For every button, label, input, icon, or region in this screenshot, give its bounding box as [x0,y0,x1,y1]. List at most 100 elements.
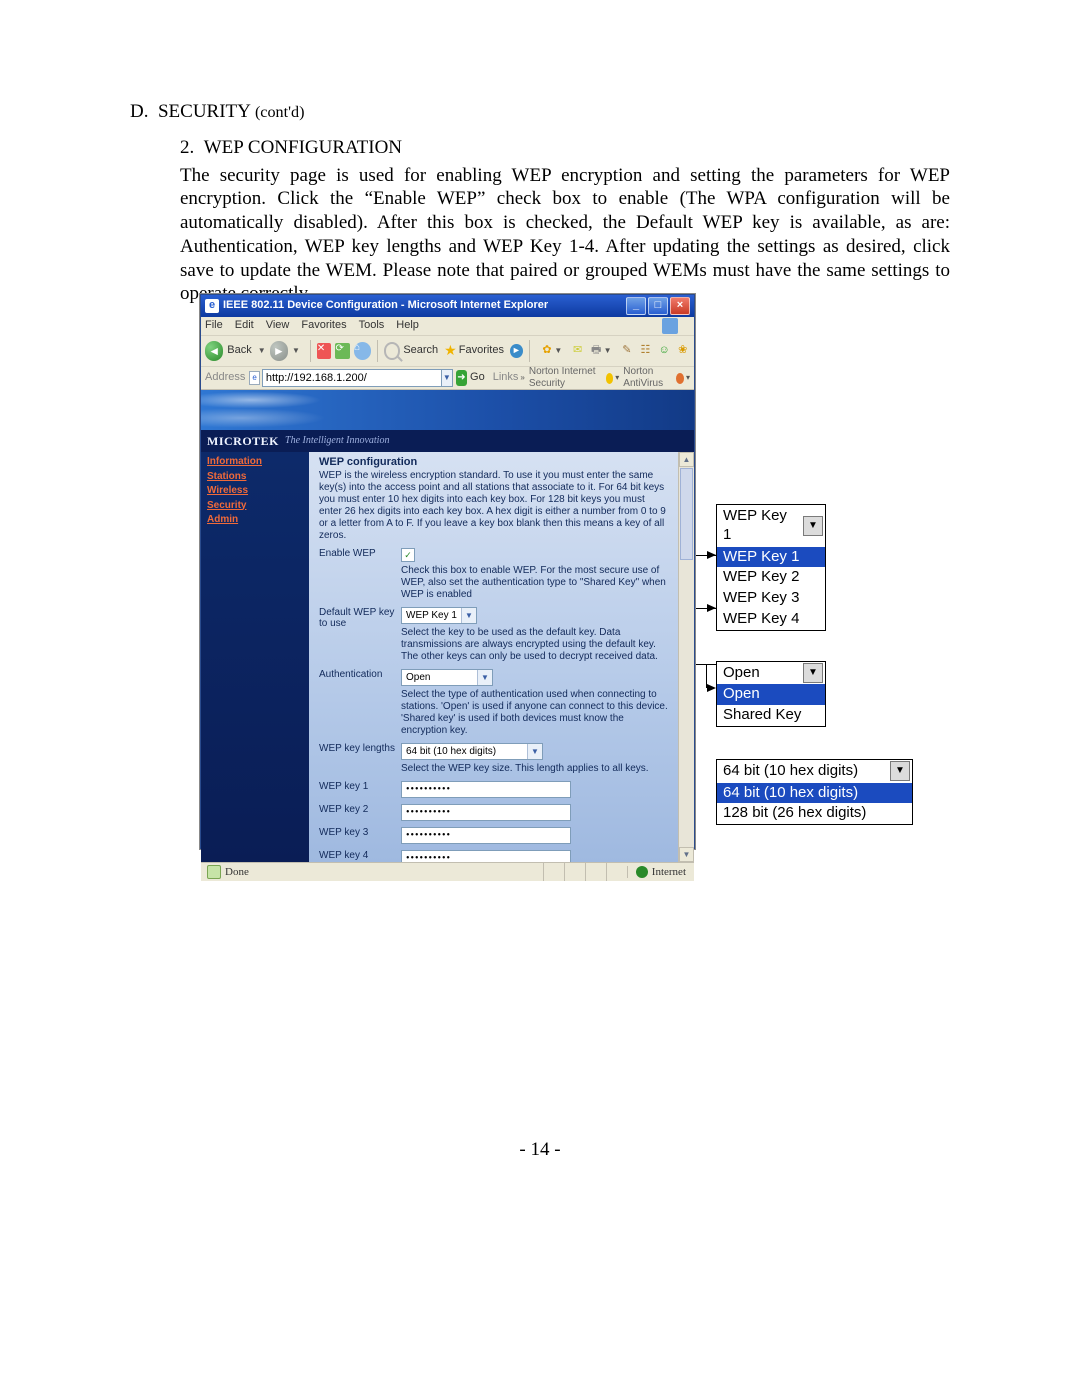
callout-wepkey: WEP Key 1 ▼ WEP Key 1 WEP Key 2 WEP Key … [716,504,826,631]
wepkey4-label: WEP key 4 [319,850,401,862]
row-wepkey3: WEP key 3 [319,827,668,844]
row-wepkey1: WEP key 1 [319,781,668,798]
chevron-down-icon[interactable]: ▼ [890,761,910,781]
status-done: Done [201,865,249,879]
status-bar: Done Internet [201,862,694,881]
callout-wepkey-option-3[interactable]: WEP Key 3 [717,588,825,609]
edit-icon[interactable]: ✎ [619,343,634,359]
menu-favorites[interactable]: Favorites [301,319,346,333]
stop-icon[interactable]: ✕ [317,343,332,359]
screenshot-area: e IEEE 802.11 Device Configuration - Mic… [200,294,900,849]
history-dropdown-icon[interactable]: ▼ [554,346,562,356]
panel-heading: WEP configuration [319,456,668,468]
menu-view[interactable]: View [266,319,290,333]
done-icon [207,865,221,879]
forward-icon[interactable]: ► [270,341,288,361]
back-dropdown-icon[interactable]: ▼ [258,346,266,356]
sidebar-item-admin[interactable]: Admin [207,514,303,527]
status-zone: Internet [627,866,694,878]
wepkey4-input[interactable] [401,850,571,862]
callout-wepkey-option-4[interactable]: WEP Key 4 [717,609,825,630]
sidebar-item-wireless[interactable]: Wireless [207,485,303,498]
menu-file[interactable]: File [205,319,223,333]
back-label[interactable]: Back [227,344,251,358]
go-icon[interactable]: ➜ [456,370,467,386]
scroll-thumb[interactable] [680,468,693,560]
scroll-down-icon[interactable]: ▼ [679,847,694,862]
research-icon[interactable]: ❀ [675,343,690,359]
close-button[interactable]: × [670,297,690,315]
callout-wepkey-option-1[interactable]: WEP Key 1 [717,547,825,568]
wepkey1-input[interactable] [401,781,571,798]
row-wepkey4: WEP key 4 [319,850,668,862]
callout-auth-option-2[interactable]: Shared Key [717,705,825,726]
scroll-up-icon[interactable]: ▲ [679,452,694,467]
chevron-down-icon[interactable]: ▼ [803,663,823,683]
mail-icon[interactable]: ✉ [570,343,585,359]
menu-tools[interactable]: Tools [359,319,385,333]
back-icon[interactable]: ◄ [205,341,223,361]
separator [310,340,311,362]
callout-keylen-selected: 64 bit (10 hex digits) [719,761,890,782]
section-heading: D. SECURITY (cont'd) [130,100,950,124]
keylength-select[interactable]: 64 bit (10 hex digits) ▼ [401,743,543,760]
status-done-label: Done [225,866,249,878]
menu-help[interactable]: Help [396,319,419,333]
refresh-icon[interactable]: ⟳ [335,343,350,359]
chevron-down-icon: ▼ [527,744,542,759]
print-icon[interactable]: 🖶 [589,343,604,359]
keylength-value: 64 bit (10 hex digits) [402,746,527,757]
vertical-scrollbar[interactable]: ▲ ▼ [678,452,694,862]
norton-security-icon[interactable] [606,373,614,384]
address-label: Address [205,371,245,385]
sidebar: Information Stations Wireless Security A… [201,452,309,862]
history-icon[interactable]: ✿ [540,343,555,359]
sidebar-item-stations[interactable]: Stations [207,471,303,484]
norton-security-label[interactable]: Norton Internet Security [529,366,604,391]
subsection-title-row: 2. WEP CONFIGURATION [180,136,950,160]
wepkey2-input[interactable] [401,804,571,821]
callout-wepkey-option-2[interactable]: WEP Key 2 [717,567,825,588]
print-dropdown-icon[interactable]: ▼ [604,346,612,356]
globe-icon [636,866,648,878]
minimize-button[interactable]: _ [626,297,646,315]
brand-name: MICROTEK [207,434,279,449]
callout-auth-option-1[interactable]: Open [717,684,825,705]
messenger-icon[interactable]: ☺ [657,343,672,359]
discuss-icon[interactable]: ☷ [638,343,653,359]
norton-antivirus-icon[interactable] [676,373,684,384]
section-name: SECURITY [158,101,250,122]
address-dropdown-icon[interactable]: ▼ [442,369,453,387]
separator [529,340,530,362]
authentication-value: Open [402,672,477,683]
callout-keylen-option-1[interactable]: 64 bit (10 hex digits) [717,783,912,804]
sidebar-item-information[interactable]: Information [207,456,303,469]
separator [377,340,378,362]
authentication-label: Authentication [319,669,401,737]
row-default-key: Default WEP key to use WEP Key 1 ▼ Selec… [319,607,668,663]
forward-dropdown-icon[interactable]: ▼ [292,346,300,356]
keylength-hint: Select the WEP key size. This length app… [401,763,668,775]
sidebar-item-security[interactable]: Security [207,500,303,513]
search-label[interactable]: Search [403,344,438,358]
page-number: - 14 - [0,1138,1080,1162]
home-icon[interactable]: ⌂ [354,342,370,360]
favorites-icon[interactable]: ★ [444,342,457,360]
address-input[interactable] [262,369,442,387]
maximize-button[interactable]: □ [648,297,668,315]
links-label[interactable]: Links [493,371,519,385]
address-bar: Address e ▼ ➜ Go Links » Norton Internet… [201,367,694,390]
go-label[interactable]: Go [470,371,485,385]
norton-antivirus-label[interactable]: Norton AntiVirus [623,366,674,391]
wepkey3-input[interactable] [401,827,571,844]
default-key-select[interactable]: WEP Key 1 ▼ [401,607,477,624]
menu-edit[interactable]: Edit [235,319,254,333]
enable-wep-checkbox[interactable]: ✓ [401,548,415,562]
authentication-select[interactable]: Open ▼ [401,669,493,686]
search-icon[interactable] [384,342,401,360]
chevron-down-icon[interactable]: ▼ [803,516,823,536]
callout-keylen-option-2[interactable]: 128 bit (26 hex digits) [717,803,912,824]
media-icon[interactable]: ► [510,344,523,358]
favorites-label[interactable]: Favorites [459,344,504,358]
default-key-label: Default WEP key to use [319,607,401,663]
